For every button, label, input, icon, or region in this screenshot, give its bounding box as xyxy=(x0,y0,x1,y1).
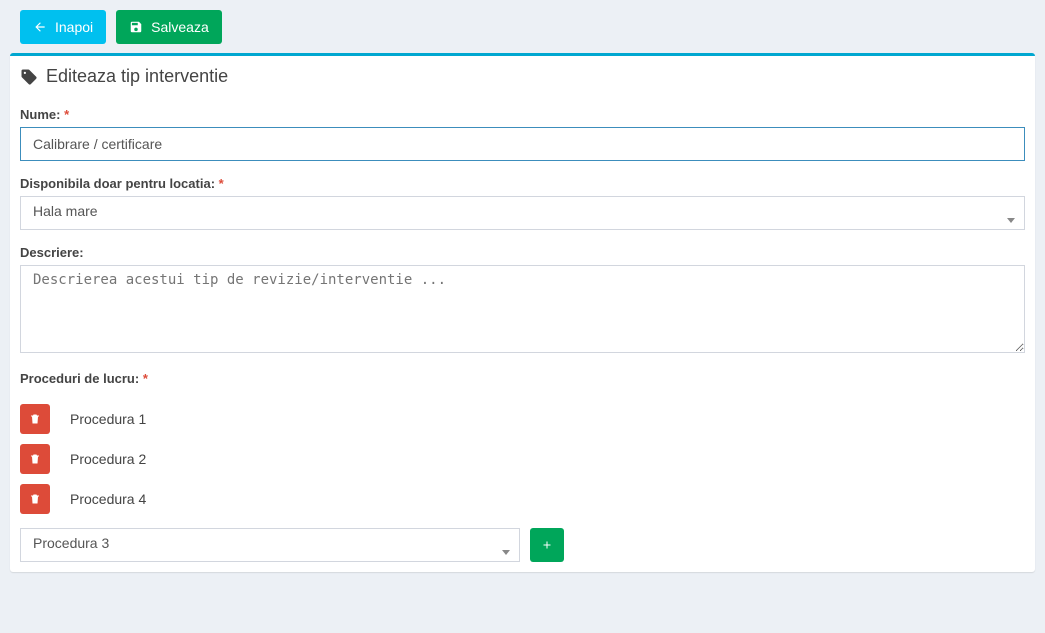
edit-card: Editeaza tip interventie Nume: * Disponi… xyxy=(10,53,1035,572)
required-mark: * xyxy=(219,176,224,191)
name-group: Nume: * xyxy=(20,107,1025,161)
description-group: Descriere: xyxy=(20,245,1025,356)
location-selected-value: Hala mare xyxy=(20,196,1025,230)
save-button-label: Salveaza xyxy=(151,17,209,37)
description-input[interactable] xyxy=(20,265,1025,353)
procedure-select[interactable]: Procedura 3 xyxy=(20,528,520,562)
list-item: Procedura 4 xyxy=(20,484,1025,514)
location-label-text: Disponibila doar pentru locatia: xyxy=(20,176,215,191)
tag-icon xyxy=(20,68,38,86)
save-icon xyxy=(129,20,143,34)
plus-icon xyxy=(541,539,553,551)
procedure-select-value: Procedura 3 xyxy=(20,528,520,562)
save-button[interactable]: Salveaza xyxy=(116,10,222,44)
delete-procedure-button[interactable] xyxy=(20,444,50,474)
name-input[interactable] xyxy=(20,127,1025,161)
toolbar: Inapoi Salveaza xyxy=(10,10,1035,53)
location-select[interactable]: Hala mare xyxy=(20,196,1025,230)
back-button-label: Inapoi xyxy=(55,17,93,37)
procedure-add-row: Procedura 3 xyxy=(20,528,1025,562)
back-button[interactable]: Inapoi xyxy=(20,10,106,44)
description-label: Descriere: xyxy=(20,245,1025,260)
page-title: Editeaza tip interventie xyxy=(46,66,228,87)
procedures-group: Proceduri de lucru: * Procedura 1 xyxy=(20,371,1025,562)
required-mark: * xyxy=(143,371,148,386)
location-group: Disponibila doar pentru locatia: * Hala … xyxy=(20,176,1025,230)
required-mark: * xyxy=(64,107,69,122)
name-label: Nume: * xyxy=(20,107,1025,122)
trash-icon xyxy=(29,453,41,465)
location-label: Disponibila doar pentru locatia: * xyxy=(20,176,1025,191)
procedures-label: Proceduri de lucru: * xyxy=(20,371,1025,386)
list-item: Procedura 2 xyxy=(20,444,1025,474)
delete-procedure-button[interactable] xyxy=(20,484,50,514)
procedure-label: Procedura 4 xyxy=(70,491,146,507)
card-header: Editeaza tip interventie xyxy=(10,56,1035,97)
trash-icon xyxy=(29,493,41,505)
arrow-left-icon xyxy=(33,20,47,34)
procedures-list: Procedura 1 Procedura 2 xyxy=(20,404,1025,514)
procedure-label: Procedura 2 xyxy=(70,451,146,467)
procedure-label: Procedura 1 xyxy=(70,411,146,427)
add-procedure-button[interactable] xyxy=(530,528,564,562)
name-label-text: Nume: xyxy=(20,107,60,122)
trash-icon xyxy=(29,413,41,425)
delete-procedure-button[interactable] xyxy=(20,404,50,434)
list-item: Procedura 1 xyxy=(20,404,1025,434)
procedures-label-text: Proceduri de lucru: xyxy=(20,371,139,386)
